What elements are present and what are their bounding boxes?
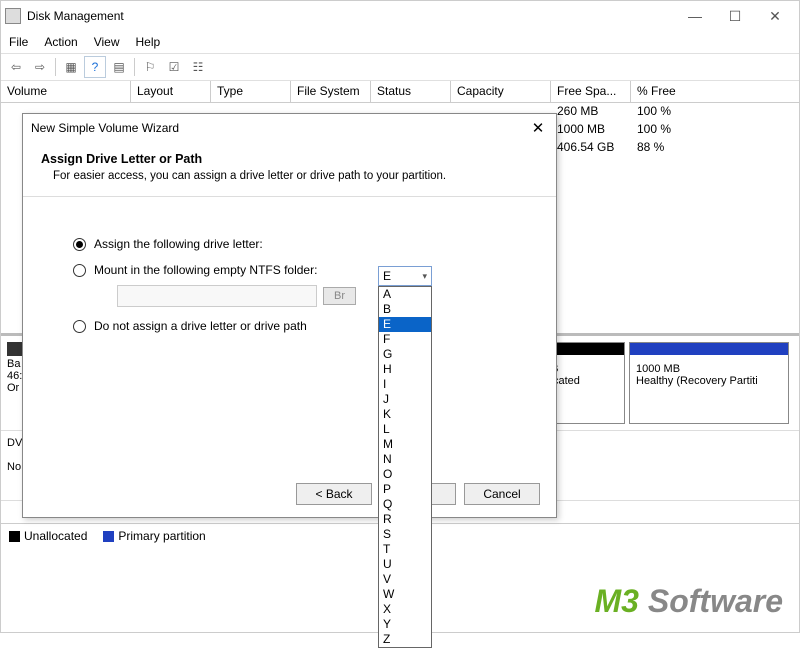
toolbar: ⇦ ⇨ ▦ ? ▤ ⚐ ☑ ☷: [1, 53, 799, 81]
drive-letter-option[interactable]: T: [379, 542, 431, 557]
col-volume[interactable]: Volume: [1, 81, 131, 102]
cell-freespace: 1000 MB: [551, 121, 631, 139]
mount-folder-input: [117, 285, 317, 307]
drive-letter-dropdown[interactable]: ABEFGHIJKLMNOPQRSTUVWXYZ: [378, 286, 432, 648]
col-freespace[interactable]: Free Spa...: [551, 81, 631, 102]
menu-action[interactable]: Action: [44, 35, 77, 49]
drive-letter-option[interactable]: Q: [379, 497, 431, 512]
close-button[interactable]: ✕: [755, 1, 795, 31]
chevron-down-icon: ▾: [422, 271, 427, 282]
drive-letter-option[interactable]: F: [379, 332, 431, 347]
col-capacity[interactable]: Capacity: [451, 81, 551, 102]
drive-letter-option[interactable]: W: [379, 587, 431, 602]
drive-letter-option[interactable]: E: [379, 317, 431, 332]
option-mount-folder[interactable]: Mount in the following empty NTFS folder…: [73, 263, 516, 277]
drive-letter-option[interactable]: J: [379, 392, 431, 407]
wizard-heading: Assign Drive Letter or Path: [41, 152, 538, 166]
partition-recovery[interactable]: 1000 MB Healthy (Recovery Partiti: [629, 342, 789, 424]
radio-icon[interactable]: [73, 238, 86, 251]
list-icon[interactable]: ☷: [187, 56, 209, 78]
legend-unallocated-swatch: [9, 531, 20, 542]
menu-view[interactable]: View: [94, 35, 120, 49]
cell-freespace: 260 MB: [551, 103, 631, 121]
properties-icon[interactable]: ▤: [108, 56, 130, 78]
app-icon: [5, 8, 21, 24]
radio-icon[interactable]: [73, 264, 86, 277]
cancel-button[interactable]: Cancel: [464, 483, 540, 505]
drive-letter-option[interactable]: A: [379, 287, 431, 302]
check-icon[interactable]: ☑: [163, 56, 185, 78]
menubar: File Action View Help: [1, 31, 799, 53]
drive-letter-option[interactable]: Y: [379, 617, 431, 632]
col-pctfree[interactable]: % Free: [631, 81, 799, 102]
drive-letter-option[interactable]: I: [379, 377, 431, 392]
drive-letter-option[interactable]: M: [379, 437, 431, 452]
cell-pctfree: 88 %: [631, 139, 701, 157]
drive-letter-option[interactable]: X: [379, 602, 431, 617]
maximize-button[interactable]: ☐: [715, 1, 755, 31]
col-layout[interactable]: Layout: [131, 81, 211, 102]
radio-icon[interactable]: [73, 320, 86, 333]
drive-letter-option[interactable]: Z: [379, 632, 431, 647]
cell-pctfree: 100 %: [631, 103, 701, 121]
col-status[interactable]: Status: [371, 81, 451, 102]
back-button[interactable]: < Back: [296, 483, 372, 505]
drive-letter-option[interactable]: G: [379, 347, 431, 362]
option-assign-letter[interactable]: Assign the following drive letter:: [73, 237, 516, 251]
drive-letter-option[interactable]: V: [379, 572, 431, 587]
drive-letter-option[interactable]: N: [379, 452, 431, 467]
browse-button: Br: [323, 287, 356, 305]
drive-letter-option[interactable]: S: [379, 527, 431, 542]
wizard-subtext: For easier access, you can assign a driv…: [41, 170, 538, 182]
minimize-button[interactable]: —: [675, 1, 715, 31]
drive-letter-option[interactable]: R: [379, 512, 431, 527]
legend-primary-swatch: [103, 531, 114, 542]
drive-letter-option[interactable]: L: [379, 422, 431, 437]
forward-icon[interactable]: ⇨: [29, 56, 51, 78]
drive-letter-value: E: [383, 269, 391, 283]
col-filesystem[interactable]: File System: [291, 81, 371, 102]
window-title: Disk Management: [27, 9, 675, 23]
new-volume-wizard: New Simple Volume Wizard ✕ Assign Drive …: [22, 113, 557, 518]
drive-letter-select[interactable]: E ▾: [378, 266, 432, 286]
drive-letter-option[interactable]: H: [379, 362, 431, 377]
drive-letter-option[interactable]: U: [379, 557, 431, 572]
wizard-title: New Simple Volume Wizard: [31, 121, 528, 135]
drive-letter-option[interactable]: B: [379, 302, 431, 317]
titlebar: Disk Management — ☐ ✕: [1, 1, 799, 31]
col-type[interactable]: Type: [211, 81, 291, 102]
drive-letter-option[interactable]: K: [379, 407, 431, 422]
menu-file[interactable]: File: [9, 35, 28, 49]
menu-help[interactable]: Help: [136, 35, 161, 49]
drive-letter-option[interactable]: O: [379, 467, 431, 482]
refresh-icon[interactable]: ▦: [60, 56, 82, 78]
option-no-assign[interactable]: Do not assign a drive letter or drive pa…: [73, 319, 516, 333]
cell-freespace: 406.54 GB: [551, 139, 631, 157]
cell-pctfree: 100 %: [631, 121, 701, 139]
watermark: M3 Software: [595, 583, 783, 620]
wizard-close-button[interactable]: ✕: [528, 119, 548, 137]
drive-letter-option[interactable]: P: [379, 482, 431, 497]
help-icon[interactable]: ?: [84, 56, 106, 78]
action-icon[interactable]: ⚐: [139, 56, 161, 78]
back-icon[interactable]: ⇦: [5, 56, 27, 78]
volume-grid-header: Volume Layout Type File System Status Ca…: [1, 81, 799, 103]
